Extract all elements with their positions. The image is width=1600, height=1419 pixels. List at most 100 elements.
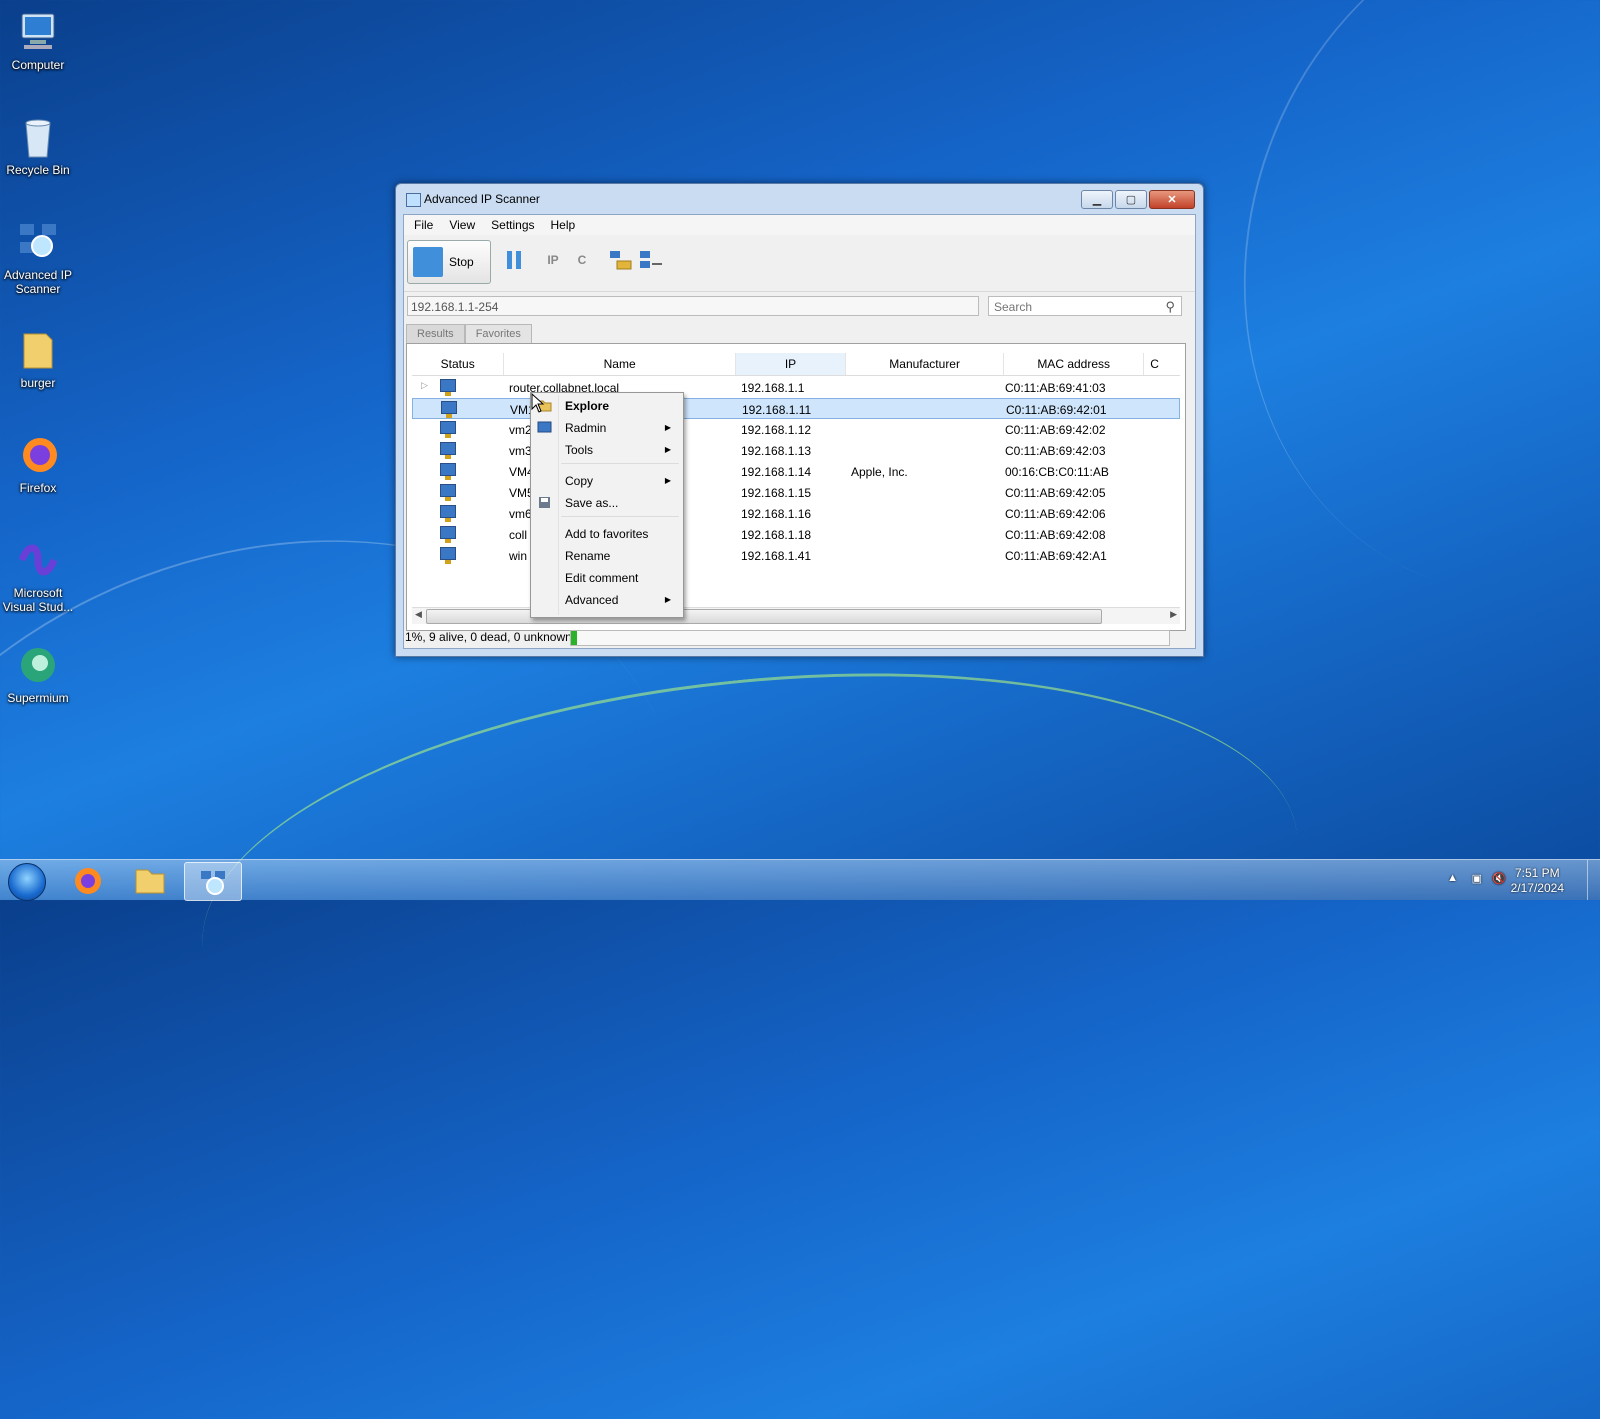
clock-time: 7:51 PM bbox=[1514, 866, 1560, 880]
computer-status-icon bbox=[440, 463, 456, 480]
toolbar: Stop IP C bbox=[404, 235, 1195, 292]
desktop-icon-visual-studio[interactable]: Microsoft Visual Stud... bbox=[2, 538, 74, 614]
maximize-button[interactable]: ▢ bbox=[1115, 190, 1147, 209]
advanced-ip-scanner-window: Advanced IP Scanner ▁ ▢ ✕ File View Sett… bbox=[395, 183, 1204, 657]
volume-muted-icon[interactable]: 🔇 bbox=[1492, 872, 1506, 885]
desktop-icon-computer[interactable]: Computer bbox=[2, 10, 74, 72]
pause-button[interactable] bbox=[504, 249, 524, 271]
menu-item-explore[interactable]: Explore bbox=[531, 395, 683, 417]
cell-ip: 192.168.1.14 bbox=[741, 465, 812, 479]
minimize-button[interactable]: ▁ bbox=[1081, 190, 1113, 209]
menu-item-radmin[interactable]: Radmin ▶ bbox=[531, 417, 683, 439]
search-input[interactable] bbox=[992, 298, 1156, 316]
search-box[interactable]: ⚲ bbox=[988, 296, 1182, 316]
horizontal-scrollbar[interactable]: ◀ ▶ bbox=[412, 607, 1180, 624]
taskbar-firefox[interactable] bbox=[60, 862, 116, 899]
submenu-arrow-icon: ▶ bbox=[664, 423, 671, 432]
table-row[interactable]: ▷ router.collabnet.local 192.168.1.1 C0:11:… bbox=[412, 377, 1180, 398]
show-desktop-button[interactable] bbox=[1587, 860, 1600, 900]
scrollbar-thumb[interactable] bbox=[426, 609, 1102, 624]
cell-ip: 192.168.1.18 bbox=[741, 528, 812, 542]
menu-view[interactable]: View bbox=[441, 215, 483, 235]
desktop-icon-label: burger bbox=[20, 376, 56, 390]
desktop-icon-burger[interactable]: burger bbox=[2, 328, 74, 390]
supermium-icon bbox=[16, 643, 60, 687]
computer-status-icon bbox=[440, 442, 456, 459]
collapse-all-button[interactable] bbox=[638, 249, 664, 271]
column-header-mac[interactable]: MAC address bbox=[1004, 353, 1145, 375]
menu-item-save-as[interactable]: Save as... bbox=[531, 492, 683, 514]
cell-mac: C0:11:AB:69:42:06 bbox=[1005, 507, 1106, 521]
cell-mac: C0:11:AB:69:42:02 bbox=[1005, 423, 1106, 437]
cell-name: vm2 bbox=[509, 423, 532, 437]
expand-arrow-icon[interactable]: ▷ bbox=[421, 380, 428, 391]
table-row[interactable]: vm3 192.168.1.13 C0:11:AB:69:42:03 bbox=[412, 440, 1180, 461]
desktop-icon-firefox[interactable]: Firefox bbox=[2, 433, 74, 495]
status-bar: 1%, 9 alive, 0 dead, 0 unknown bbox=[404, 626, 1195, 648]
menu-item-rename[interactable]: Rename bbox=[531, 545, 683, 567]
column-header-comments[interactable]: C bbox=[1144, 353, 1180, 375]
menu-separator bbox=[561, 463, 679, 464]
taskbar-advanced-ip-scanner[interactable] bbox=[184, 862, 242, 901]
stop-button[interactable]: Stop bbox=[407, 240, 491, 284]
tab-results[interactable]: Results bbox=[406, 324, 465, 344]
show-hidden-icons-icon[interactable]: ▲ bbox=[1447, 872, 1458, 884]
column-header-ip[interactable]: IP bbox=[735, 353, 847, 375]
desktop-icon-advanced-ip-scanner[interactable]: Advanced IP Scanner bbox=[2, 220, 74, 296]
table-row[interactable]: VM4 192.168.1.14 Apple, Inc. 00:16:CB:C0:11… bbox=[412, 461, 1180, 482]
cell-name: win bbox=[509, 549, 528, 563]
clock-date: 2/17/2024 bbox=[1510, 881, 1564, 895]
menu-item-copy[interactable]: Copy ▶ bbox=[531, 470, 683, 492]
menu-item-label: Edit comment bbox=[565, 571, 639, 585]
ip-button[interactable]: IP bbox=[542, 249, 564, 271]
column-header-name[interactable]: Name bbox=[504, 353, 736, 375]
cell-mac: 00:16:CB:C0:11:AB bbox=[1005, 465, 1109, 479]
ip-range-input[interactable]: 192.168.1.1-254 bbox=[407, 296, 979, 316]
menu-settings[interactable]: Settings bbox=[483, 215, 542, 235]
table-row[interactable]: VM1 192.168.1.11 C0:11:AB:69:42:01 bbox=[412, 398, 1180, 419]
cell-mac: C0:11:AB:69:41:03 bbox=[1005, 381, 1106, 395]
expand-all-icon bbox=[610, 251, 632, 270]
column-header-status[interactable]: Status bbox=[412, 353, 505, 375]
title-bar[interactable]: Advanced IP Scanner ▁ ▢ ✕ bbox=[396, 184, 1203, 214]
menu-file[interactable]: File bbox=[406, 215, 441, 235]
start-button[interactable] bbox=[8, 863, 46, 901]
computer-status-icon bbox=[440, 547, 456, 564]
scroll-right-arrow-icon[interactable]: ▶ bbox=[1170, 609, 1177, 620]
folder-icon bbox=[16, 328, 60, 372]
computer-status-icon bbox=[440, 526, 456, 543]
menu-item-edit-comment[interactable]: Edit comment bbox=[531, 567, 683, 589]
firefox-icon bbox=[75, 868, 101, 894]
close-button[interactable]: ✕ bbox=[1149, 190, 1195, 209]
table-row[interactable]: win 192.168.1.41 C0:11:AB:69:42:A1 bbox=[412, 545, 1180, 566]
submenu-arrow-icon: ▶ bbox=[664, 476, 671, 485]
scroll-left-arrow-icon[interactable]: ◀ bbox=[415, 609, 422, 620]
table-row[interactable]: vm6 192.168.1.16 C0:11:AB:69:42:06 bbox=[412, 503, 1180, 524]
table-row[interactable]: vm2 192.168.1.12 C0:11:AB:69:42:02 bbox=[412, 419, 1180, 440]
menu-item-tools[interactable]: Tools ▶ bbox=[531, 439, 683, 461]
tab-favorites[interactable]: Favorites bbox=[464, 324, 532, 344]
firefox-icon bbox=[16, 433, 60, 477]
computer-icon bbox=[16, 10, 60, 54]
search-icon[interactable]: ⚲ bbox=[1165, 299, 1175, 315]
desktop-icon-recycle-bin[interactable]: Recycle Bin bbox=[2, 115, 74, 177]
taskbar: ▲ ▣ 🔇 7:51 PM 2/17/2024 bbox=[0, 859, 1600, 901]
column-header-manufacturer[interactable]: Manufacturer bbox=[846, 353, 1005, 375]
table-row[interactable]: coll 192.168.1.18 C0:11:AB:69:42:08 bbox=[412, 524, 1180, 545]
menu-help[interactable]: Help bbox=[543, 215, 584, 235]
menu-item-advanced[interactable]: Advanced ▶ bbox=[531, 589, 683, 611]
desktop-icon-supermium[interactable]: Supermium bbox=[2, 643, 74, 705]
taskbar-file-explorer[interactable] bbox=[122, 862, 178, 899]
table-row[interactable]: VM5 192.168.1.15 C0:11:AB:69:42:05 bbox=[412, 482, 1180, 503]
cell-name: vm6 bbox=[509, 507, 532, 521]
menu-item-label: Advanced bbox=[565, 593, 619, 607]
menu-item-add-to-favorites[interactable]: Add to favorites bbox=[531, 523, 683, 545]
expand-all-button[interactable] bbox=[608, 249, 634, 271]
cell-mac: C0:11:AB:69:42:01 bbox=[1006, 403, 1107, 417]
menu-item-label: Copy bbox=[565, 474, 594, 488]
desktop-icon-label: Recycle Bin bbox=[6, 163, 70, 177]
taskbar-clock[interactable]: 7:51 PM 2/17/2024 bbox=[1511, 866, 1564, 896]
network-icon[interactable]: ▣ bbox=[1472, 872, 1482, 885]
c-button[interactable]: C bbox=[571, 249, 593, 271]
radmin-icon bbox=[537, 420, 552, 435]
